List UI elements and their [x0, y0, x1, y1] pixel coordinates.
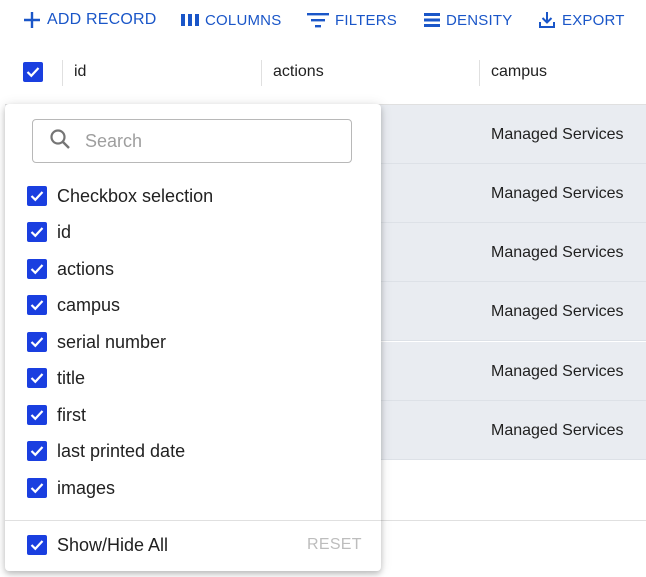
export-button[interactable]: EXPORT — [538, 8, 625, 32]
select-all-checkbox[interactable] — [23, 40, 43, 104]
column-toggle-label: actions — [57, 258, 115, 279]
plus-icon — [23, 11, 41, 29]
density-button[interactable]: DENSITY — [424, 8, 512, 32]
show-hide-all-toggle[interactable]: Show/Hide All — [27, 530, 168, 560]
check-icon — [27, 259, 47, 279]
density-label: DENSITY — [446, 11, 513, 29]
filters-label: FILTERS — [335, 11, 397, 29]
column-toggle-label: first — [57, 404, 86, 425]
show-hide-all-label: Show/Hide All — [57, 534, 169, 555]
filters-button[interactable]: FILTERS — [307, 8, 397, 32]
panel-divider — [5, 520, 381, 521]
column-separator[interactable] — [261, 60, 262, 86]
filter-icon — [307, 12, 329, 28]
column-separator[interactable] — [62, 60, 63, 86]
column-toggle-last-printed-date[interactable]: last printed date — [27, 436, 185, 466]
check-icon — [27, 295, 47, 315]
column-toggle-label: last printed date — [57, 440, 186, 461]
column-toggle-label: serial number — [57, 331, 167, 352]
check-icon — [27, 478, 47, 498]
column-toggle-label: title — [57, 367, 86, 388]
column-toggle-label: campus — [57, 294, 121, 315]
column-separator[interactable] — [479, 60, 480, 86]
check-icon — [27, 368, 47, 388]
check-icon — [27, 186, 47, 206]
columns-label: COLUMNS — [205, 11, 282, 29]
campus-cell: Managed Services — [491, 421, 624, 439]
column-header-id[interactable]: id — [74, 40, 86, 104]
grid-toolbar: ADD RECORD COLUMNS FILTERS DENSITY EXPOR… — [0, 0, 646, 40]
add-record-button[interactable]: ADD RECORD — [23, 8, 157, 32]
check-icon — [27, 405, 47, 425]
column-toggle-first[interactable]: first — [27, 400, 86, 430]
reset-button[interactable]: RESET — [307, 536, 362, 554]
column-search-field[interactable] — [32, 119, 352, 163]
check-icon — [27, 222, 47, 242]
export-label: EXPORT — [562, 11, 625, 29]
campus-cell: Managed Services — [491, 243, 624, 261]
add-record-label: ADD RECORD — [47, 11, 157, 28]
campus-cell: Managed Services — [491, 362, 624, 380]
column-toggle-label: images — [57, 477, 116, 498]
check-icon — [27, 535, 47, 555]
download-icon — [538, 11, 556, 29]
column-toggle-campus[interactable]: campus — [27, 290, 120, 320]
column-toggle-actions[interactable]: actions — [27, 254, 114, 284]
columns-icon — [181, 13, 199, 27]
search-icon — [33, 128, 83, 155]
column-toggle-id[interactable]: id — [27, 217, 71, 247]
columns-panel: Checkbox selection id actions campus ser… — [5, 104, 381, 571]
check-icon — [23, 62, 43, 82]
campus-cell: Managed Services — [491, 302, 624, 320]
column-toggle-label: id — [57, 221, 72, 242]
grid-header: id actions campus — [5, 40, 646, 105]
column-toggle-checkbox-selection[interactable]: Checkbox selection — [27, 181, 213, 211]
check-icon — [27, 441, 47, 461]
check-icon — [27, 332, 47, 352]
column-toggle-label: Checkbox selection — [57, 185, 214, 206]
column-header-campus[interactable]: campus — [491, 40, 547, 104]
column-toggle-serial-number[interactable]: serial number — [27, 327, 166, 357]
density-icon — [424, 12, 440, 28]
column-search-input[interactable] — [83, 129, 317, 153]
campus-cell: Managed Services — [491, 184, 624, 202]
column-toggle-images[interactable]: images — [27, 473, 115, 503]
column-header-actions[interactable]: actions — [273, 40, 324, 104]
column-toggle-title[interactable]: title — [27, 363, 85, 393]
columns-button[interactable]: COLUMNS — [181, 8, 281, 32]
campus-cell: Managed Services — [491, 125, 624, 143]
